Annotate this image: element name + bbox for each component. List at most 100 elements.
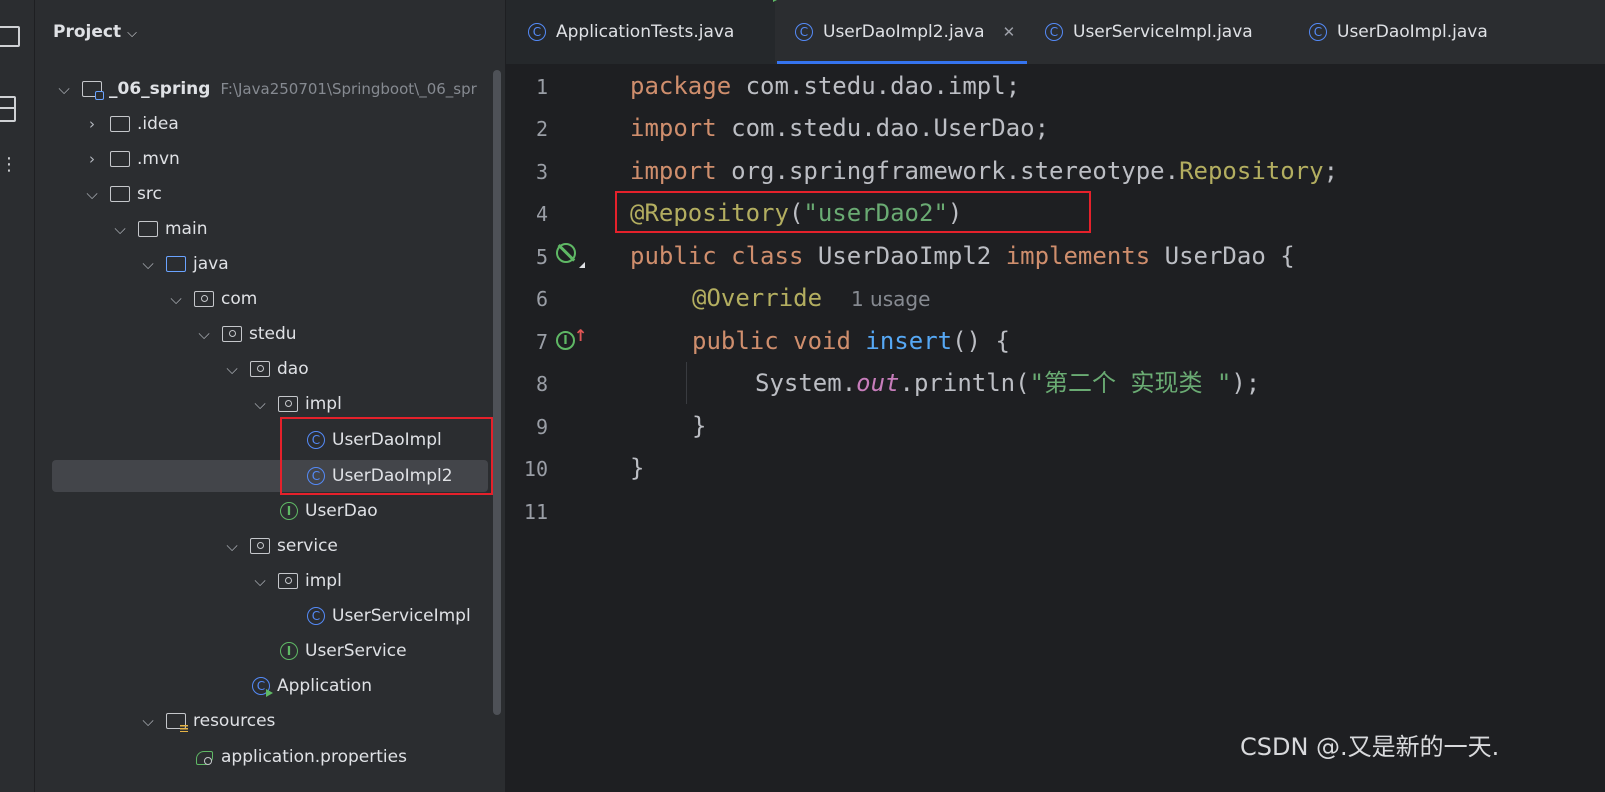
implements-up-arrow-icon[interactable]: ↑ [574, 326, 587, 345]
test-class-icon: C [528, 23, 546, 41]
line-number: 5 [535, 245, 548, 269]
tree-item-resources[interactable]: ⌵ resources [140, 706, 275, 736]
tree-item-dao-impl[interactable]: ⌵ impl [252, 389, 342, 419]
tab-userdaoimpl[interactable]: C UserDaoImpl.java [1309, 0, 1529, 64]
package-icon [222, 326, 242, 342]
resources-folder-icon [166, 713, 188, 732]
tree-item-main[interactable]: ⌵ main [112, 214, 207, 244]
tab-label: UserDaoImpl.java [1337, 22, 1488, 42]
expand-arrow-icon[interactable]: ⌵ [84, 185, 100, 203]
implements-method-icon[interactable]: I [556, 331, 575, 350]
tree-item-userservice[interactable]: I UserService [280, 636, 407, 666]
tree-item-stedu[interactable]: ⌵ stedu [196, 319, 296, 349]
line-number: 2 [535, 117, 548, 141]
expand-arrow-icon[interactable]: ⌵ [140, 712, 156, 730]
structure-tool-icon[interactable] [0, 96, 22, 122]
tree-item-label: UserDao [305, 501, 378, 521]
class-icon: C [795, 23, 813, 41]
tree-item-module[interactable]: ⌵ _06_spring F:\Java250701\Springboot\_0… [56, 74, 477, 104]
code-line-5: public class UserDaoImpl2 implements Use… [630, 242, 1295, 270]
chevron-down-icon: ⌵ [127, 26, 137, 41]
expand-arrow-icon[interactable]: ⌵ [252, 572, 268, 590]
project-view-selector[interactable]: Project ⌵ [53, 22, 137, 42]
tree-item-mvn[interactable]: › .mvn [84, 144, 180, 174]
expand-arrow-icon[interactable]: ⌵ [140, 255, 156, 273]
tree-item-application[interactable]: C Application [252, 671, 372, 701]
code-line-1: package com.stedu.dao.impl; [630, 72, 1021, 100]
folder-icon [110, 151, 130, 167]
no-usages-icon[interactable] [556, 243, 576, 263]
expand-arrow-icon[interactable]: ⌵ [112, 220, 128, 238]
project-tool-icon[interactable] [0, 22, 22, 47]
tree-item-label: .idea [137, 114, 179, 134]
tree-item-service-impl[interactable]: ⌵ impl [252, 566, 342, 596]
watermark: CSDN @.又是新的一天. [1240, 733, 1500, 761]
tab-label: UserDaoImpl2.java [823, 22, 985, 42]
package-icon [250, 538, 270, 554]
line-number: 4 [535, 202, 548, 226]
module-path: F:\Java250701\Springboot\_06_spr [220, 80, 477, 98]
tree-item-dao[interactable]: ⌵ dao [224, 354, 309, 384]
project-scrollbar[interactable] [493, 70, 501, 715]
expand-arrow-icon[interactable]: ⌵ [196, 325, 212, 343]
highlight-box-annotation [615, 191, 1091, 233]
line-number: 7 [535, 330, 548, 354]
module-icon [82, 81, 104, 100]
tree-item-src[interactable]: ⌵ src [84, 179, 162, 209]
code-line-7: public void insert() { [692, 327, 1010, 355]
expand-arrow-icon[interactable]: ⌵ [252, 395, 268, 413]
code-editor[interactable]: 1 2 3 4 5 6 7 8 9 10 11 I ↑ package com.… [506, 65, 1605, 792]
line-number: 6 [535, 287, 548, 311]
line-number: 9 [535, 415, 548, 439]
package-icon [250, 361, 270, 377]
tree-item-label: main [165, 219, 208, 239]
tree-item-label: impl [305, 571, 342, 591]
folder-icon [110, 186, 130, 202]
tab-userserviceimpl[interactable]: C UserServiceImpl.java [1045, 0, 1285, 64]
expand-arrow-icon[interactable]: › [84, 115, 100, 133]
tree-item-com[interactable]: ⌵ com [168, 284, 257, 314]
line-number: 11 [523, 500, 548, 524]
class-icon: C [1045, 23, 1063, 41]
tree-item-userserviceimpl[interactable]: C UserServiceImpl [307, 601, 471, 631]
interface-icon: I [280, 502, 298, 520]
code-line-6: @Override 1 usage [692, 284, 931, 312]
expand-arrow-icon[interactable]: ⌵ [224, 360, 240, 378]
indent-guide [686, 362, 687, 404]
line-number: 10 [523, 457, 548, 481]
tree-item-userdao[interactable]: I UserDao [280, 496, 378, 526]
tab-label: ApplicationTests.java [556, 22, 735, 42]
tree-item-label: _06_spring [109, 79, 211, 99]
close-icon[interactable]: ✕ [1003, 23, 1016, 41]
package-icon [278, 573, 298, 589]
expand-arrow-icon[interactable]: ⌵ [224, 537, 240, 555]
tree-item-label: impl [305, 394, 342, 414]
spring-app-icon: C [252, 677, 273, 697]
tree-item-application-properties[interactable]: application.properties [196, 742, 407, 772]
project-title: Project [53, 22, 122, 42]
expand-arrow-icon[interactable]: ⌵ [168, 290, 184, 308]
code-line-2: import com.stedu.dao.UserDao; [630, 114, 1050, 142]
class-icon: C [1309, 23, 1327, 41]
package-icon [194, 291, 214, 307]
dropdown-arrow-icon [579, 262, 585, 268]
editor-tabs: C ApplicationTests.java C UserDaoImpl2.j… [506, 0, 1605, 65]
tree-item-label: application.properties [221, 747, 407, 767]
package-icon [278, 396, 298, 412]
tree-item-java[interactable]: ⌵ java [140, 249, 228, 279]
class-icon: C [307, 607, 325, 625]
tab-userdaoimpl2[interactable]: C UserDaoImpl2.java ✕ [777, 0, 1027, 64]
usage-hint[interactable]: 1 usage [851, 287, 930, 311]
tree-item-service[interactable]: ⌵ service [224, 531, 338, 561]
folder-icon [110, 116, 130, 132]
tree-item-label: src [137, 184, 162, 204]
tab-applicationtests[interactable]: C ApplicationTests.java [506, 0, 775, 64]
highlight-box-dao-impls [280, 417, 493, 495]
tree-item-label: dao [277, 359, 309, 379]
expand-arrow-icon[interactable]: › [84, 150, 100, 168]
tree-item-label: com [221, 289, 258, 309]
more-tools-icon[interactable]: ⋮ [0, 156, 22, 184]
tree-item-idea[interactable]: › .idea [84, 109, 179, 139]
tab-label: UserServiceImpl.java [1073, 22, 1253, 42]
expand-arrow-icon[interactable]: ⌵ [56, 80, 72, 98]
